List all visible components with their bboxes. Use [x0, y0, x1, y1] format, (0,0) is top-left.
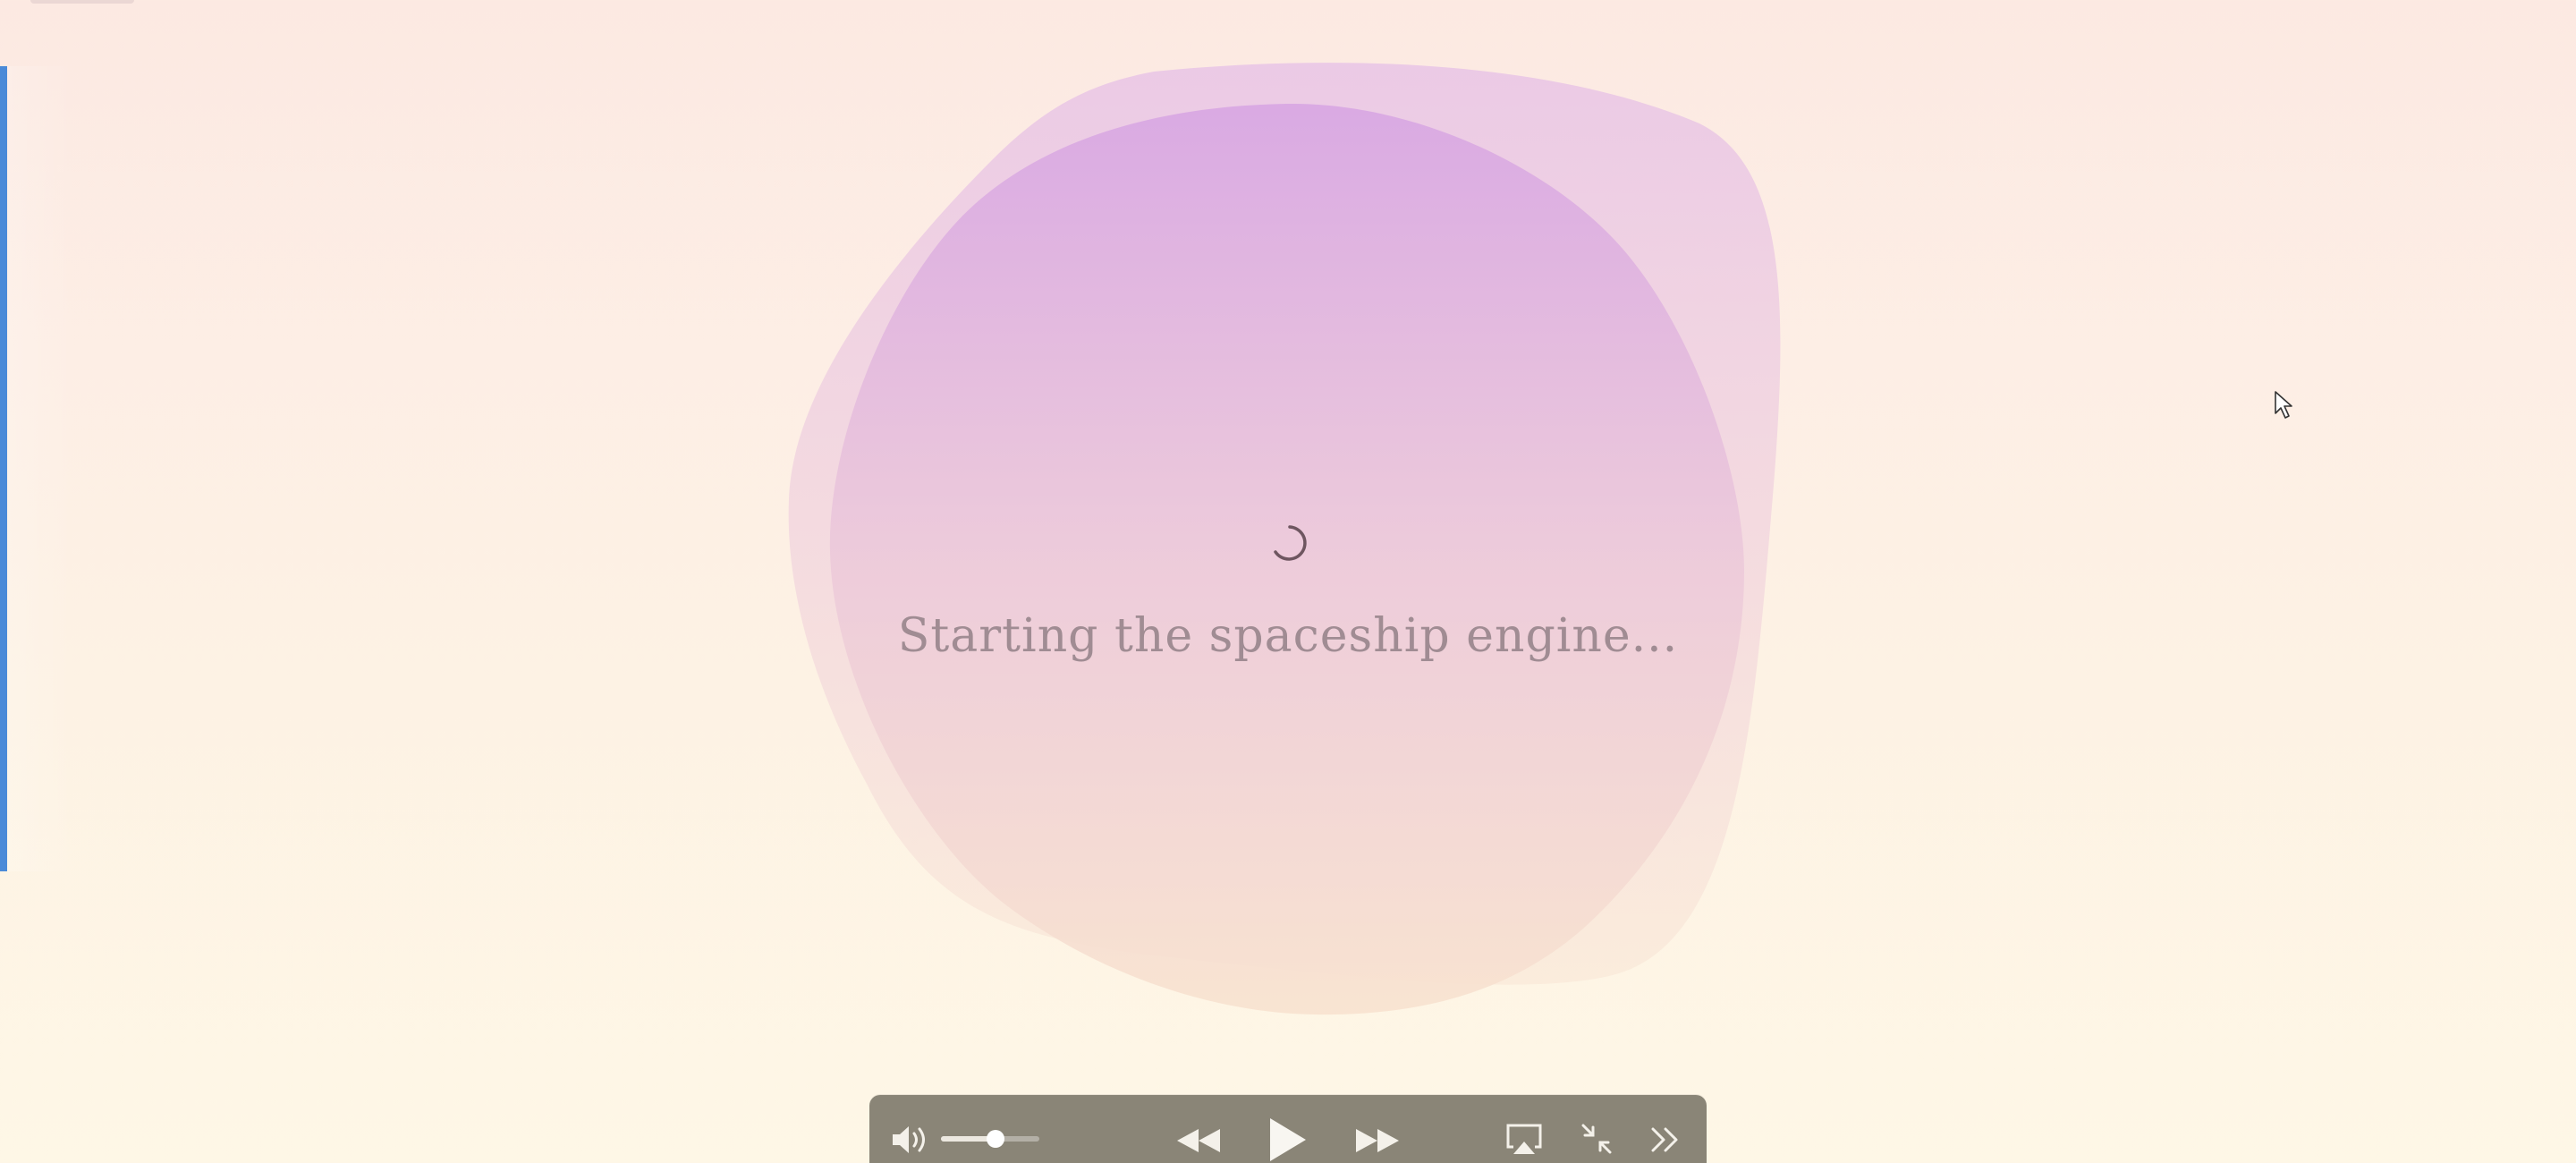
left-accent-bar — [0, 66, 7, 871]
chevron-double-right-icon[interactable] — [1649, 1125, 1682, 1154]
left-panel-edge — [7, 66, 73, 871]
airplay-icon[interactable] — [1504, 1122, 1544, 1158]
play-icon[interactable] — [1265, 1115, 1309, 1163]
speaker-volume-icon[interactable] — [889, 1122, 932, 1158]
loading-spinner-icon — [1274, 525, 1307, 561]
fast-forward-icon[interactable] — [1352, 1125, 1402, 1156]
rewind-icon[interactable] — [1174, 1125, 1224, 1156]
top-tab-indicator — [30, 0, 134, 4]
mouse-cursor-icon — [2275, 391, 2292, 419]
volume-slider-knob[interactable] — [986, 1130, 1004, 1148]
volume-slider[interactable] — [941, 1130, 1039, 1148]
exit-fullscreen-icon[interactable] — [1580, 1122, 1614, 1156]
loading-message: Starting the spaceship engine... — [897, 609, 1679, 663]
loading-panel: Starting the spaceship engine... — [832, 523, 1744, 663]
media-controls-bar — [869, 1095, 1707, 1163]
